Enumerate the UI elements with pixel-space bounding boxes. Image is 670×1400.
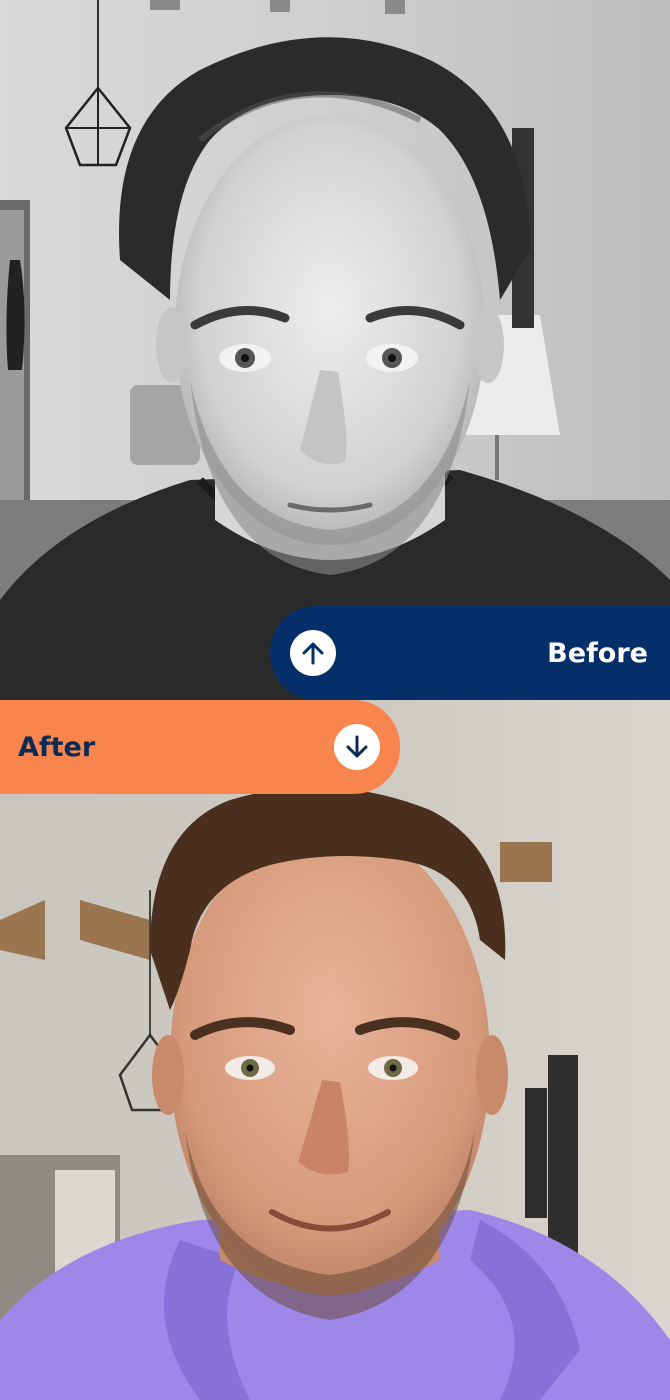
after-label-bar: After <box>0 700 400 794</box>
scroll-up-button[interactable] <box>290 630 336 676</box>
after-label: After <box>18 731 96 763</box>
arrow-down-icon <box>346 735 368 758</box>
before-photo <box>0 0 670 700</box>
after-photo <box>0 700 670 1400</box>
before-label-bar: Before <box>270 606 670 700</box>
scroll-down-button[interactable] <box>334 724 380 770</box>
before-label: Before <box>547 637 648 669</box>
arrow-up-icon <box>302 642 324 665</box>
